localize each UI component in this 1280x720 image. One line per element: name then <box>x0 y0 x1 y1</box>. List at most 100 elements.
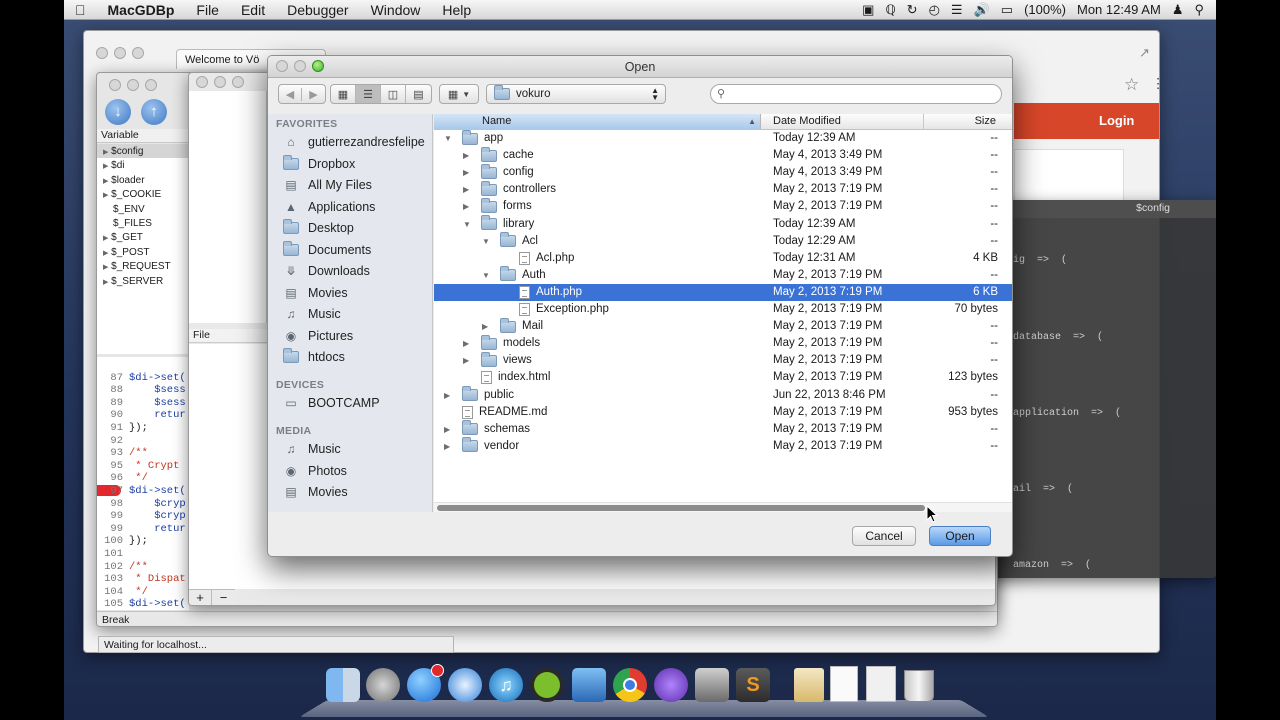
bluetooth-icon[interactable]: ℚ <box>885 3 895 16</box>
stack-close-button[interactable] <box>196 76 208 88</box>
disclosure-open-icon[interactable]: ▼ <box>444 130 452 147</box>
file-row-views[interactable]: ▶ views May 2, 2013 7:19 PM -- <box>434 351 1012 369</box>
file-row-forms[interactable]: ▶ forms May 2, 2013 7:19 PM -- <box>434 197 1012 215</box>
menu-edit[interactable]: Edit <box>230 2 276 18</box>
browser-zoom-button[interactable] <box>132 47 144 59</box>
disclosure-closed-icon[interactable]: ▶ <box>463 198 469 215</box>
cancel-button[interactable]: Cancel <box>852 526 916 546</box>
wifi-icon[interactable]: ☰ <box>951 3 963 16</box>
disclosure-closed-icon[interactable]: ▶ <box>463 352 469 369</box>
disclosure-closed-icon[interactable]: ▶ <box>444 387 450 404</box>
debugger-minimize-button[interactable] <box>127 79 139 91</box>
variable-column-header[interactable]: Variable <box>97 129 189 143</box>
open-button[interactable]: Open <box>929 526 991 546</box>
sublime-text-icon[interactable]: S <box>736 668 770 702</box>
sidebar-item-htdocs[interactable]: htdocs <box>282 347 345 367</box>
sidebar-item-dropbox[interactable]: Dropbox <box>282 154 355 174</box>
bookmark-star-icon[interactable]: ☆ <box>1124 75 1139 95</box>
variable-item[interactable]: ▶ $_POST <box>103 247 171 261</box>
file-row-schemas[interactable]: ▶ schemas May 2, 2013 7:19 PM -- <box>434 420 1012 438</box>
file-row-acl[interactable]: ▼ Acl Today 12:29 AM -- <box>434 232 1012 250</box>
file-row-index-html[interactable]: index.html May 2, 2013 7:19 PM 123 bytes <box>434 369 1012 386</box>
disclosure-closed-icon[interactable]: ▶ <box>444 438 450 455</box>
sidebar-item-documents[interactable]: Documents <box>282 240 371 260</box>
sidebar-item-home[interactable]: ⌂ gutierrezandresfelipe <box>282 132 424 152</box>
disclosure-closed-icon[interactable]: ▶ <box>482 318 488 335</box>
variable-item[interactable]: ▶ $_SERVER <box>103 276 171 290</box>
dialog-minimize-button[interactable] <box>294 60 306 72</box>
scrollbar-thumb[interactable] <box>437 505 925 511</box>
sidebar-item-media-photos[interactable]: ◉ Photos <box>282 461 347 481</box>
sidebar-item-music[interactable]: ♫ Music <box>282 304 341 324</box>
browser-minimize-button[interactable] <box>114 47 126 59</box>
variable-item[interactable]: $_ENV <box>103 204 171 218</box>
disclosure-closed-icon[interactable]: ▶ <box>463 147 469 164</box>
dialog-zoom-button[interactable] <box>312 60 324 72</box>
variable-item[interactable]: ▶ $loader <box>103 175 171 189</box>
back-arrow-icon[interactable]: ◀ <box>279 87 303 101</box>
variable-item[interactable]: ▶ $config <box>103 146 171 160</box>
search-input[interactable] <box>733 87 993 101</box>
downloads-stack-icon[interactable] <box>794 668 824 702</box>
safari-icon[interactable] <box>448 668 482 702</box>
step-out-icon[interactable]: ↑ <box>141 99 167 125</box>
icon-view-icon[interactable]: ▦ <box>331 85 356 103</box>
arrange-menu-button[interactable]: ▦ ▼ <box>439 84 479 104</box>
stack-zoom-button[interactable] <box>232 76 244 88</box>
trash-icon[interactable] <box>904 670 934 702</box>
file-row-auth-php[interactable]: Auth.php May 2, 2013 7:19 PM 6 KB <box>434 283 1012 301</box>
menu-file[interactable]: File <box>185 2 230 18</box>
mail-app-icon[interactable] <box>572 668 606 702</box>
file-row-readme-md[interactable]: README.md May 2, 2013 7:19 PM 953 bytes <box>434 404 1012 421</box>
variable-item[interactable]: ▶ $_GET <box>103 232 171 246</box>
menu-debugger[interactable]: Debugger <box>276 2 360 18</box>
browser-menu-icon[interactable]: ☰ <box>1156 75 1159 93</box>
source-code-pane[interactable]: 87 $di->set(88 $sess 89 $sess 90 retur 91});… <box>97 357 189 610</box>
disclosure-closed-icon[interactable]: ▶ <box>463 335 469 352</box>
apple-menu-icon[interactable]:  <box>64 2 97 18</box>
file-row-app[interactable]: ▼ app Today 12:39 AM -- <box>434 129 1012 147</box>
path-popup[interactable]: vokuro ▲ ▼ <box>486 84 666 104</box>
menu-window[interactable]: Window <box>360 2 432 18</box>
user-icon[interactable]: ♟ <box>1172 3 1184 16</box>
menubar-clock[interactable]: Mon 12:49 AM <box>1077 2 1161 17</box>
image-stack-icon[interactable] <box>866 666 896 702</box>
sidebar-item-movies[interactable]: ▤ Movies <box>282 283 347 303</box>
step-in-icon[interactable]: ↓ <box>105 99 131 125</box>
finder-icon[interactable] <box>326 668 360 702</box>
variable-item[interactable]: ▶ $_REQUEST <box>103 261 171 275</box>
coverflow-view-icon[interactable]: ▤ <box>406 85 431 103</box>
file-row-controllers[interactable]: ▶ controllers May 2, 2013 7:19 PM -- <box>434 180 1012 198</box>
sync-icon[interactable]: ↻ <box>907 3 918 16</box>
add-button[interactable]: + <box>189 590 212 605</box>
variable-item[interactable]: ▶ $_COOKIE <box>103 189 171 203</box>
sidebar-item-desktop[interactable]: Desktop <box>282 218 354 238</box>
file-row-public[interactable]: ▶ public Jun 22, 2013 8:46 PM -- <box>434 386 1012 404</box>
disclosure-closed-icon[interactable]: ▶ <box>463 181 469 198</box>
dialog-close-button[interactable] <box>276 60 288 72</box>
media-app-icon[interactable] <box>695 668 729 702</box>
forward-arrow-icon[interactable]: ▶ <box>302 88 325 101</box>
app-store-icon[interactable] <box>407 664 444 702</box>
sidebar-item-bootcamp[interactable]: ▭ BOOTCAMP <box>282 393 379 413</box>
sidebar-item-all-my-files[interactable]: ▤ All My Files <box>282 175 372 195</box>
launchpad-icon[interactable] <box>366 668 400 702</box>
volume-icon[interactable]: 🔊 <box>974 3 990 16</box>
sidebar-item-downloads[interactable]: ⤋ Downloads <box>282 261 370 281</box>
search-field[interactable]: ⚲ <box>710 84 1002 104</box>
itunes-icon[interactable]: ♫ <box>489 668 523 702</box>
file-row-models[interactable]: ▶ models May 2, 2013 7:19 PM -- <box>434 334 1012 352</box>
column-view-icon[interactable]: ◫ <box>381 85 406 103</box>
debugger-zoom-button[interactable] <box>145 79 157 91</box>
time-machine-icon[interactable]: ◴ <box>929 3 940 16</box>
spotify-icon[interactable] <box>530 668 564 702</box>
fullscreen-icon[interactable]: ↗ <box>1139 45 1150 61</box>
sidebar-item-media-movies[interactable]: ▤ Movies <box>282 482 347 502</box>
document-stack-icon[interactable] <box>830 666 858 702</box>
menu-app-name[interactable]: MacGDBp <box>97 2 186 18</box>
sidebar-item-media-music[interactable]: ♫ Music <box>282 439 341 459</box>
file-row-cache[interactable]: ▶ cache May 4, 2013 3:49 PM -- <box>434 146 1012 164</box>
list-view-icon[interactable]: ☰ <box>356 85 381 103</box>
screen-record-icon[interactable]: ▣ <box>862 3 874 16</box>
stack-minimize-button[interactable] <box>214 76 226 88</box>
